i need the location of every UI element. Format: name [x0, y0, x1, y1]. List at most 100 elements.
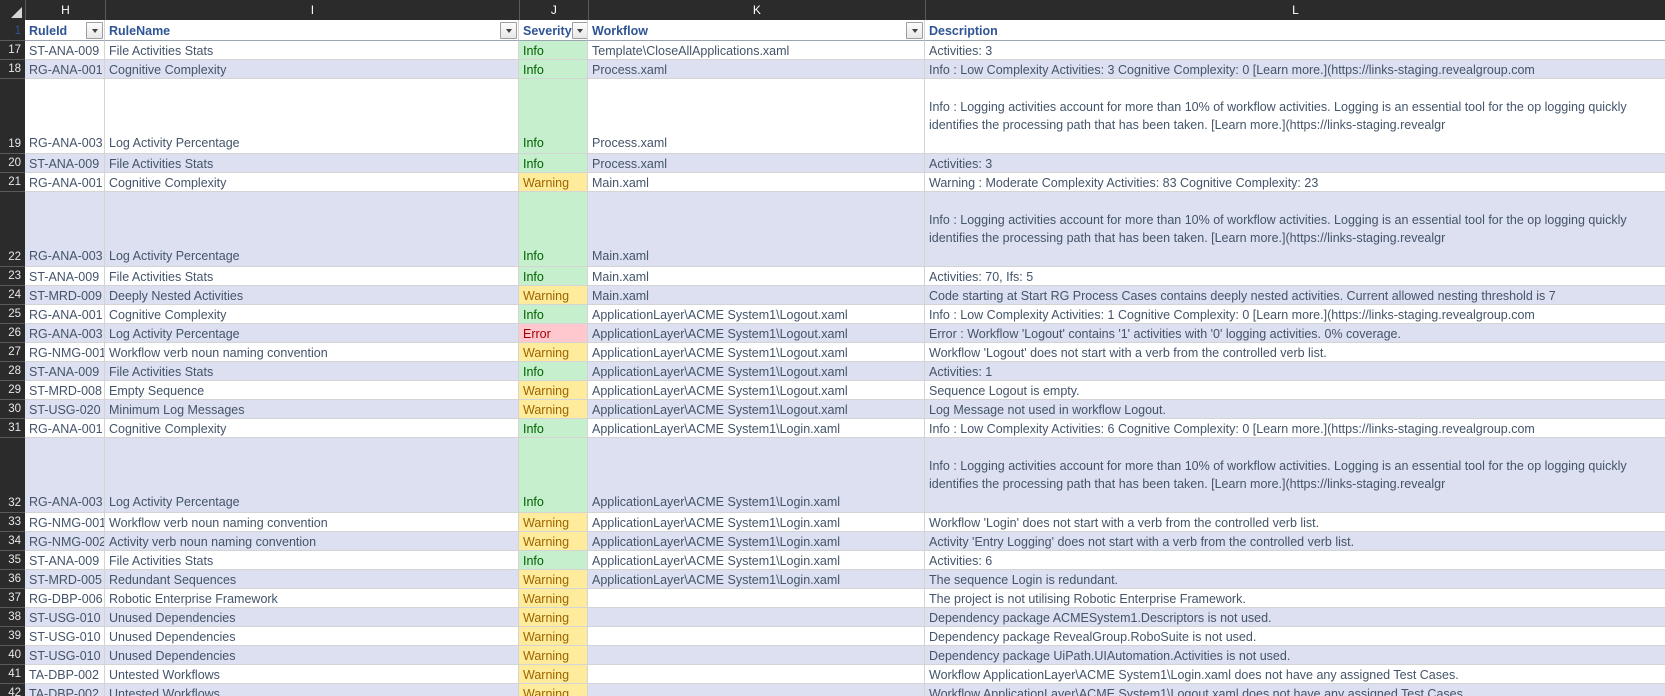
cell-desc[interactable]: Dependency package UiPath.UIAutomation.A…	[925, 646, 1665, 665]
status-badge-severity[interactable]: Info	[519, 79, 588, 154]
cell-rulename[interactable]: File Activities Stats	[105, 41, 519, 60]
table-row[interactable]: 42 TA-DBP-002 Untested Workflows Warning Wor…	[0, 684, 1665, 696]
row-number[interactable]: 37	[0, 589, 25, 608]
status-badge-severity[interactable]: Info	[519, 551, 588, 570]
table-row[interactable]: 27 RG-NMG-001 Workflow verb noun naming co…	[0, 343, 1665, 362]
row-number[interactable]: 40	[0, 646, 25, 665]
table-row[interactable]: 26 RG-ANA-003 Log Activity Percentage Error…	[0, 324, 1665, 343]
cell-ruleid[interactable]: ST-ANA-009	[25, 267, 105, 286]
column-header-j[interactable]: J	[520, 0, 589, 20]
cell-rulename[interactable]: Cognitive Complexity	[105, 173, 519, 192]
table-row[interactable]: 22 RG-ANA-003 Log Activity Percentage Info M…	[0, 192, 1665, 267]
cell-workflow[interactable]: Process.xaml	[588, 79, 925, 154]
cell-rulename[interactable]: File Activities Stats	[105, 154, 519, 173]
cell-ruleid[interactable]: RG-DBP-006	[25, 589, 105, 608]
cell-ruleid[interactable]: ST-MRD-009	[25, 286, 105, 305]
cell-workflow[interactable]: Process.xaml	[588, 154, 925, 173]
cell-desc[interactable]: Activities: 3	[925, 41, 1665, 60]
cell-rulename[interactable]: Unused Dependencies	[105, 608, 519, 627]
status-badge-severity[interactable]: Info	[519, 154, 588, 173]
cell-desc[interactable]: Activities: 70, Ifs: 5	[925, 267, 1665, 286]
cell-ruleid[interactable]: TA-DBP-002	[25, 665, 105, 684]
status-badge-severity[interactable]: Warning	[519, 286, 588, 305]
row-number[interactable]: 26	[0, 324, 25, 343]
cell-rulename[interactable]: File Activities Stats	[105, 362, 519, 381]
cell-rulename[interactable]: Activity verb noun naming convention	[105, 532, 519, 551]
status-badge-severity[interactable]: Warning	[519, 381, 588, 400]
cell-rulename[interactable]: Empty Sequence	[105, 381, 519, 400]
table-row[interactable]: 32 RG-ANA-003 Log Activity Percentage Info A…	[0, 438, 1665, 513]
cell-rulename[interactable]: File Activities Stats	[105, 267, 519, 286]
table-row[interactable]: 35 ST-ANA-009 File Activities Stats Info App…	[0, 551, 1665, 570]
row-number[interactable]: 29	[0, 381, 25, 400]
table-row[interactable]: 21 RG-ANA-001 Cognitive Complexity Warning M…	[0, 173, 1665, 192]
table-row[interactable]: 39 ST-USG-010 Unused Dependencies Warning De…	[0, 627, 1665, 646]
status-badge-severity[interactable]: Info	[519, 305, 588, 324]
row-number[interactable]: 22	[0, 192, 25, 267]
table-row[interactable]: 23 ST-ANA-009 File Activities Stats Info Mai…	[0, 267, 1665, 286]
table-row[interactable]: 36 ST-MRD-005 Redundant Sequences Warning Ap…	[0, 570, 1665, 589]
filter-dropdown-button-workflow[interactable]	[906, 22, 923, 39]
table-row[interactable]: 29 ST-MRD-008 Empty Sequence Warning Applica…	[0, 381, 1665, 400]
table-row[interactable]: 41 TA-DBP-002 Untested Workflows Warning Wor…	[0, 665, 1665, 684]
row-number[interactable]: 1	[0, 20, 25, 41]
cell-desc[interactable]: Log Message not used in workflow Logout.	[925, 400, 1665, 419]
status-badge-severity[interactable]: Warning	[519, 608, 588, 627]
row-number[interactable]: 28	[0, 362, 25, 381]
cell-workflow[interactable]: ApplicationLayer\ACME System1\Login.xaml	[588, 570, 925, 589]
table-row[interactable]: 20 ST-ANA-009 File Activities Stats Info Pro…	[0, 154, 1665, 173]
cell-workflow[interactable]	[588, 665, 925, 684]
cell-rulename[interactable]: Log Activity Percentage	[105, 192, 519, 267]
cell-ruleid[interactable]: RG-ANA-001	[25, 419, 105, 438]
cell-workflow[interactable]: Process.xaml	[588, 60, 925, 79]
cell-workflow[interactable]: ApplicationLayer\ACME System1\Logout.xam…	[588, 381, 925, 400]
cell-desc[interactable]: Dependency package ACMESystem1.Descripto…	[925, 608, 1665, 627]
cell-ruleid[interactable]: ST-MRD-005	[25, 570, 105, 589]
cell-desc[interactable]: Workflow 'Login' does not start with a v…	[925, 513, 1665, 532]
cell-ruleid[interactable]: TA-DBP-002	[25, 684, 105, 696]
cell-desc[interactable]: Activities: 1	[925, 362, 1665, 381]
table-row[interactable]: 33 RG-NMG-001 Workflow verb noun naming co…	[0, 513, 1665, 532]
column-header-h[interactable]: H	[26, 0, 106, 20]
cell-workflow[interactable]: ApplicationLayer\ACME System1\Login.xaml	[588, 532, 925, 551]
cell-workflow[interactable]: ApplicationLayer\ACME System1\Logout.xam…	[588, 305, 925, 324]
status-badge-severity[interactable]: Info	[519, 192, 588, 267]
status-badge-severity[interactable]: Warning	[519, 173, 588, 192]
cell-desc[interactable]: Sequence Logout is empty.	[925, 381, 1665, 400]
row-number[interactable]: 24	[0, 286, 25, 305]
cell-ruleid[interactable]: ST-ANA-009	[25, 154, 105, 173]
row-number[interactable]: 36	[0, 570, 25, 589]
cell-rulename[interactable]: Cognitive Complexity	[105, 305, 519, 324]
cell-desc[interactable]: Workflow ApplicationLayer\ACME System1\L…	[925, 665, 1665, 684]
status-badge-severity[interactable]: Warning	[519, 646, 588, 665]
cell-rulename[interactable]: Minimum Log Messages	[105, 400, 519, 419]
cell-workflow[interactable]: Main.xaml	[588, 267, 925, 286]
cell-rulename[interactable]: Redundant Sequences	[105, 570, 519, 589]
cell-ruleid[interactable]: ST-USG-010	[25, 646, 105, 665]
cell-workflow[interactable]	[588, 589, 925, 608]
cell-ruleid[interactable]: RG-ANA-001	[25, 173, 105, 192]
row-number[interactable]: 38	[0, 608, 25, 627]
cell-rulename[interactable]: Untested Workflows	[105, 684, 519, 696]
status-badge-severity[interactable]: Info	[519, 419, 588, 438]
cell-workflow[interactable]: ApplicationLayer\ACME System1\Login.xaml	[588, 551, 925, 570]
row-number[interactable]: 27	[0, 343, 25, 362]
row-number[interactable]: 30	[0, 400, 25, 419]
row-number[interactable]: 23	[0, 267, 25, 286]
cell-rulename[interactable]: Unused Dependencies	[105, 627, 519, 646]
cell-rulename[interactable]: Deeply Nested Activities	[105, 286, 519, 305]
row-number[interactable]: 20	[0, 154, 25, 173]
cell-desc[interactable]: Info : Logging activities account for mo…	[925, 79, 1665, 154]
row-number[interactable]: 21	[0, 173, 25, 192]
cell-ruleid[interactable]: ST-MRD-008	[25, 381, 105, 400]
cell-workflow[interactable]: ApplicationLayer\ACME System1\Login.xaml	[588, 419, 925, 438]
table-row[interactable]: 19 RG-ANA-003 Log Activity Percentage Info P…	[0, 79, 1665, 154]
column-header-k[interactable]: K	[589, 0, 926, 20]
cell-workflow[interactable]	[588, 627, 925, 646]
cell-desc[interactable]: Dependency package RevealGroup.RoboSuite…	[925, 627, 1665, 646]
cell-desc[interactable]: Info : Logging activities account for mo…	[925, 438, 1665, 513]
cell-ruleid[interactable]: ST-USG-020	[25, 400, 105, 419]
row-number[interactable]: 33	[0, 513, 25, 532]
row-number[interactable]: 17	[0, 41, 25, 60]
cell-ruleid[interactable]: ST-ANA-009	[25, 551, 105, 570]
